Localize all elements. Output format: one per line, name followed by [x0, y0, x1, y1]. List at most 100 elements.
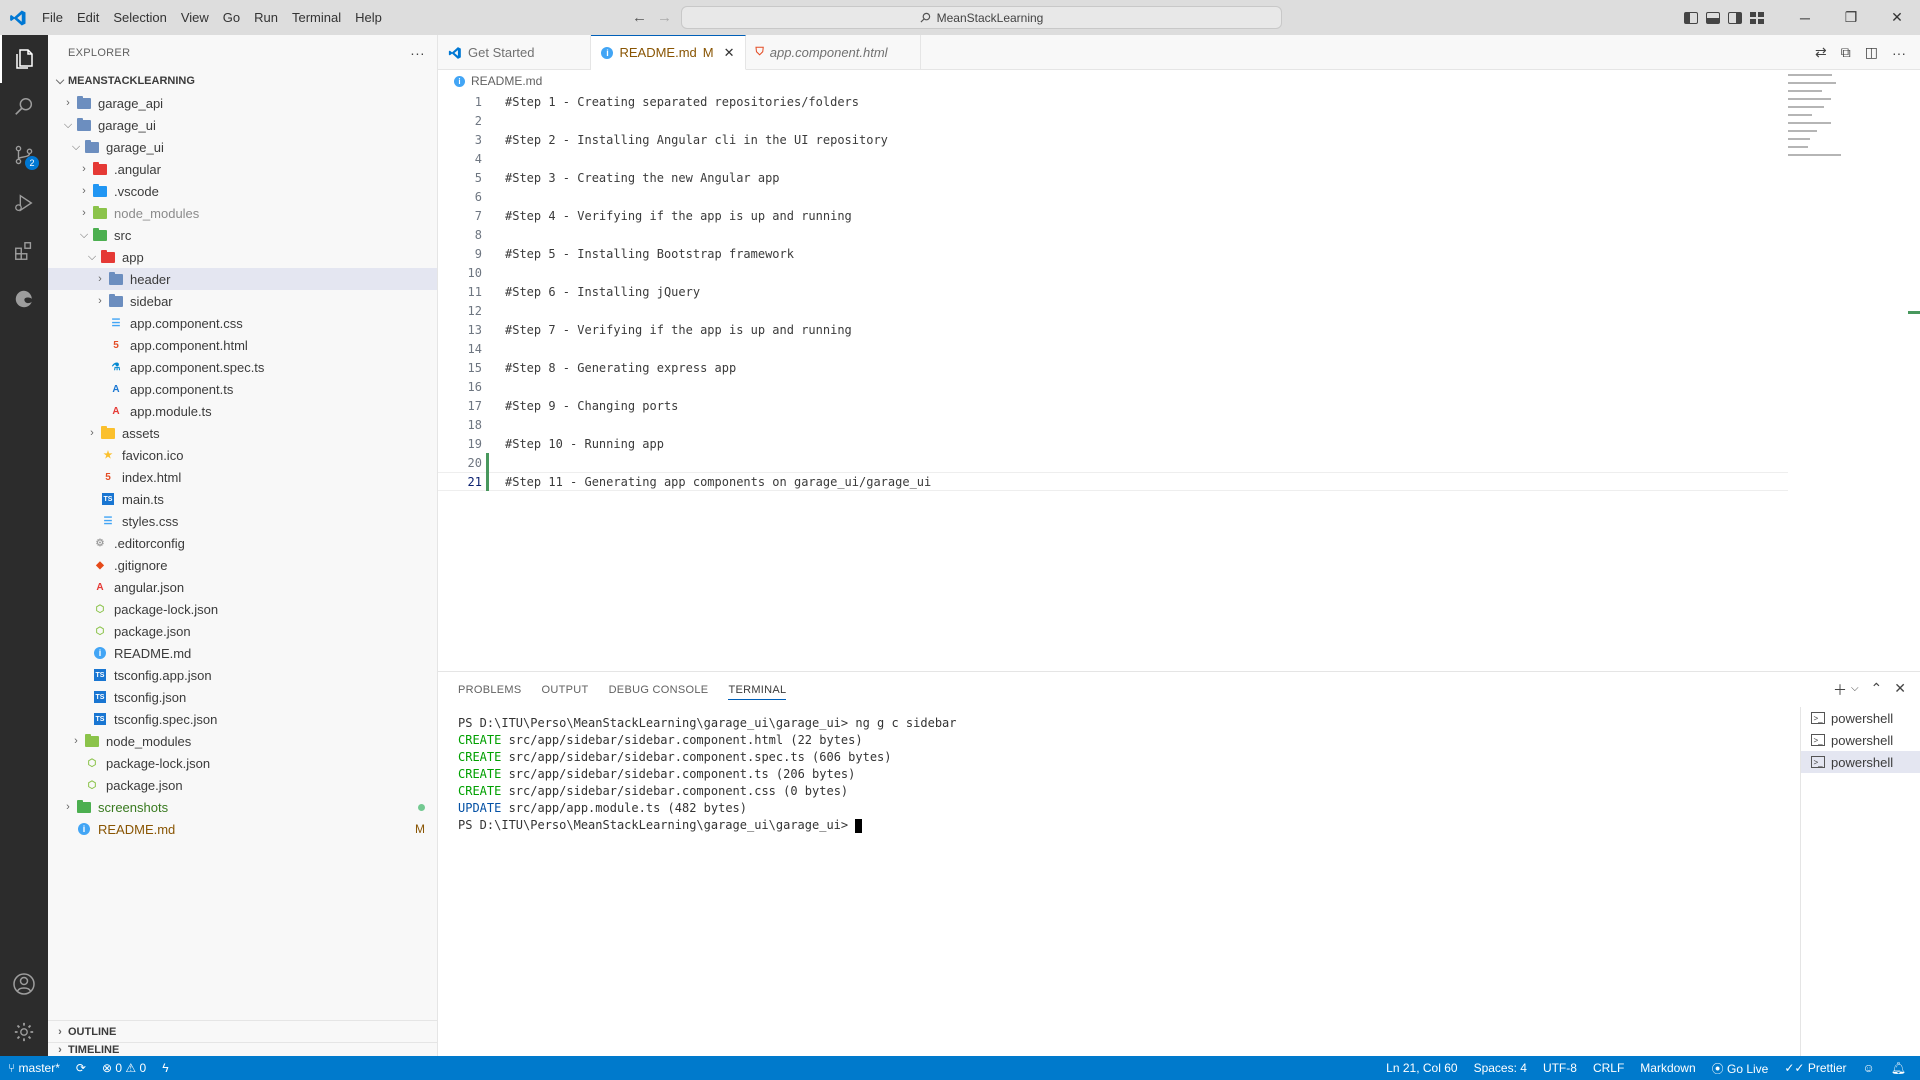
terminal-instance[interactable]: >_ powershell	[1801, 707, 1920, 729]
restore-button[interactable]: ❐	[1828, 0, 1874, 35]
code-line[interactable]: 16	[438, 377, 1788, 396]
tab-readme[interactable]: i README.md M ✕	[591, 35, 746, 70]
tab-output[interactable]: OUTPUT	[542, 684, 589, 696]
code-line[interactable]: 17 #Step 9 - Changing ports	[438, 396, 1788, 415]
code-line[interactable]: 12	[438, 301, 1788, 320]
tree-file[interactable]: i README.md	[48, 642, 437, 664]
prettier-status[interactable]: ✓✓ Prettier	[1776, 1061, 1854, 1075]
tree-file[interactable]: ◆ .gitignore	[48, 554, 437, 576]
code-line[interactable]: 20	[438, 453, 1788, 472]
more-actions-icon[interactable]: ···	[410, 45, 425, 61]
tree-folder[interactable]: › .vscode	[48, 180, 437, 202]
explorer-activity[interactable]	[0, 35, 48, 83]
code-line[interactable]: 2	[438, 111, 1788, 130]
outline-section[interactable]: › OUTLINE	[48, 1020, 437, 1042]
close-panel-icon[interactable]: ✕	[1894, 680, 1906, 700]
code-line[interactable]: 21 #Step 11 - Generating app components o…	[438, 472, 1788, 491]
toggle-primary-sidebar-icon[interactable]	[1684, 11, 1698, 24]
accounts-activity[interactable]	[0, 960, 48, 1008]
code-editor[interactable]: 1 #Step 1 - Creating separated repositori…	[438, 92, 1788, 491]
minimap[interactable]	[1788, 74, 1908, 174]
source-control-activity[interactable]: 2	[0, 131, 48, 179]
tree-folder[interactable]: ⌵ src	[48, 224, 437, 246]
code-line[interactable]: 14	[438, 339, 1788, 358]
tree-folder[interactable]: › node_modules	[48, 202, 437, 224]
tree-file[interactable]: 5 app.component.html	[48, 334, 437, 356]
cursor-position[interactable]: Ln 21, Col 60	[1378, 1061, 1465, 1075]
command-center-search[interactable]: MeanStackLearning	[681, 6, 1282, 29]
tree-file[interactable]: ⚗ app.component.spec.ts	[48, 356, 437, 378]
tree-file[interactable]: TS tsconfig.json	[48, 686, 437, 708]
tree-folder[interactable]: › screenshots	[48, 796, 437, 818]
edge-devtools-activity[interactable]	[0, 275, 48, 323]
code-line[interactable]: 9 #Step 5 - Installing Bootstrap framewor…	[438, 244, 1788, 263]
extensions-activity[interactable]	[0, 227, 48, 275]
menu-selection[interactable]: Selection	[106, 0, 173, 35]
toggle-secondary-sidebar-icon[interactable]	[1728, 11, 1742, 24]
tree-file[interactable]: ⬡ package-lock.json	[48, 752, 437, 774]
breadcrumb-file[interactable]: README.md	[471, 74, 542, 88]
tab-app-component-html[interactable]: ⛉ app.component.html	[746, 35, 921, 70]
feedback-icon[interactable]: ☺	[1855, 1061, 1883, 1075]
tree-file[interactable]: 5 index.html	[48, 466, 437, 488]
tree-folder[interactable]: › assets	[48, 422, 437, 444]
customize-layout-icon[interactable]	[1750, 11, 1764, 24]
tree-file[interactable]: TS tsconfig.app.json	[48, 664, 437, 686]
close-window-button[interactable]: ✕	[1874, 0, 1920, 35]
tree-file[interactable]: TS tsconfig.spec.json	[48, 708, 437, 730]
tree-file[interactable]: Aapp.module.ts	[48, 400, 437, 422]
menu-file[interactable]: File	[35, 0, 70, 35]
tree-folder[interactable]: › node_modules	[48, 730, 437, 752]
menu-terminal[interactable]: Terminal	[285, 0, 348, 35]
open-changes-icon[interactable]: ⇄	[1815, 44, 1827, 61]
terminal-instance[interactable]: >_ powershell	[1801, 751, 1920, 773]
toggle-panel-icon[interactable]	[1706, 11, 1720, 24]
tree-file[interactable]: ⬡ package.json	[48, 774, 437, 796]
code-line[interactable]: 6	[438, 187, 1788, 206]
back-arrow-icon[interactable]: ←	[632, 9, 647, 26]
tree-file[interactable]: ⬡ package-lock.json	[48, 598, 437, 620]
tree-folder[interactable]: ⌵ garage_ui	[48, 136, 437, 158]
tree-file[interactable]: Aapp.component.ts	[48, 378, 437, 400]
tree-file[interactable]: i README.md M	[48, 818, 437, 840]
maximize-panel-icon[interactable]: ⌃	[1871, 680, 1883, 700]
tree-folder[interactable]: › header	[48, 268, 437, 290]
tree-file[interactable]: ☰ app.component.css	[48, 312, 437, 334]
code-line[interactable]: 4	[438, 149, 1788, 168]
sync-icon[interactable]: ⟳	[68, 1061, 94, 1075]
code-line[interactable]: 19 #Step 10 - Running app	[438, 434, 1788, 453]
tree-folder[interactable]: ⌵ app	[48, 246, 437, 268]
menu-edit[interactable]: Edit	[70, 0, 106, 35]
terminal-instance[interactable]: >_ powershell	[1801, 729, 1920, 751]
close-tab-icon[interactable]: ✕	[724, 45, 735, 61]
language-mode[interactable]: Markdown	[1632, 1061, 1703, 1075]
go-live-button[interactable]: ⦿ Go Live	[1704, 1060, 1777, 1077]
menu-go[interactable]: Go	[216, 0, 247, 35]
tree-file[interactable]: ☰ styles.css	[48, 510, 437, 532]
tree-file[interactable]: Aangular.json	[48, 576, 437, 598]
chevron-down-icon[interactable]: ⌵	[1851, 683, 1859, 700]
code-line[interactable]: 10	[438, 263, 1788, 282]
tree-folder[interactable]: › garage_api	[48, 92, 437, 114]
menu-run[interactable]: Run	[247, 0, 285, 35]
tree-file[interactable]: ⬡ package.json	[48, 620, 437, 642]
menu-view[interactable]: View	[174, 0, 216, 35]
search-activity[interactable]	[0, 83, 48, 131]
timeline-section[interactable]: › TIMELINE	[48, 1042, 437, 1056]
code-line[interactable]: 1 #Step 1 - Creating separated repositori…	[438, 92, 1788, 111]
code-line[interactable]: 8	[438, 225, 1788, 244]
lightning-icon[interactable]: ϟ	[154, 1061, 176, 1075]
line-ending[interactable]: CRLF	[1585, 1061, 1632, 1075]
tab-get-started[interactable]: Get Started	[438, 35, 592, 70]
problems-status[interactable]: ⊗ 0 ⚠ 0	[94, 1061, 154, 1075]
tab-problems[interactable]: PROBLEMS	[458, 684, 522, 696]
terminal-output[interactable]: PS D:\ITU\Perso\MeanStackLearning\garage…	[458, 715, 957, 834]
code-line[interactable]: 7 #Step 4 - Verifying if the app is up an…	[438, 206, 1788, 225]
tree-file[interactable]: TS main.ts	[48, 488, 437, 510]
tab-debug-console[interactable]: DEBUG CONSOLE	[609, 684, 709, 696]
tree-file[interactable]: ★ favicon.ico	[48, 444, 437, 466]
code-line[interactable]: 13 #Step 7 - Verifying if the app is up a…	[438, 320, 1788, 339]
workspace-root[interactable]: ⌵ MEANSTACKLEARNING	[48, 70, 437, 92]
code-line[interactable]: 3 #Step 2 - Installing Angular cli in the…	[438, 130, 1788, 149]
manage-activity[interactable]	[0, 1008, 48, 1056]
